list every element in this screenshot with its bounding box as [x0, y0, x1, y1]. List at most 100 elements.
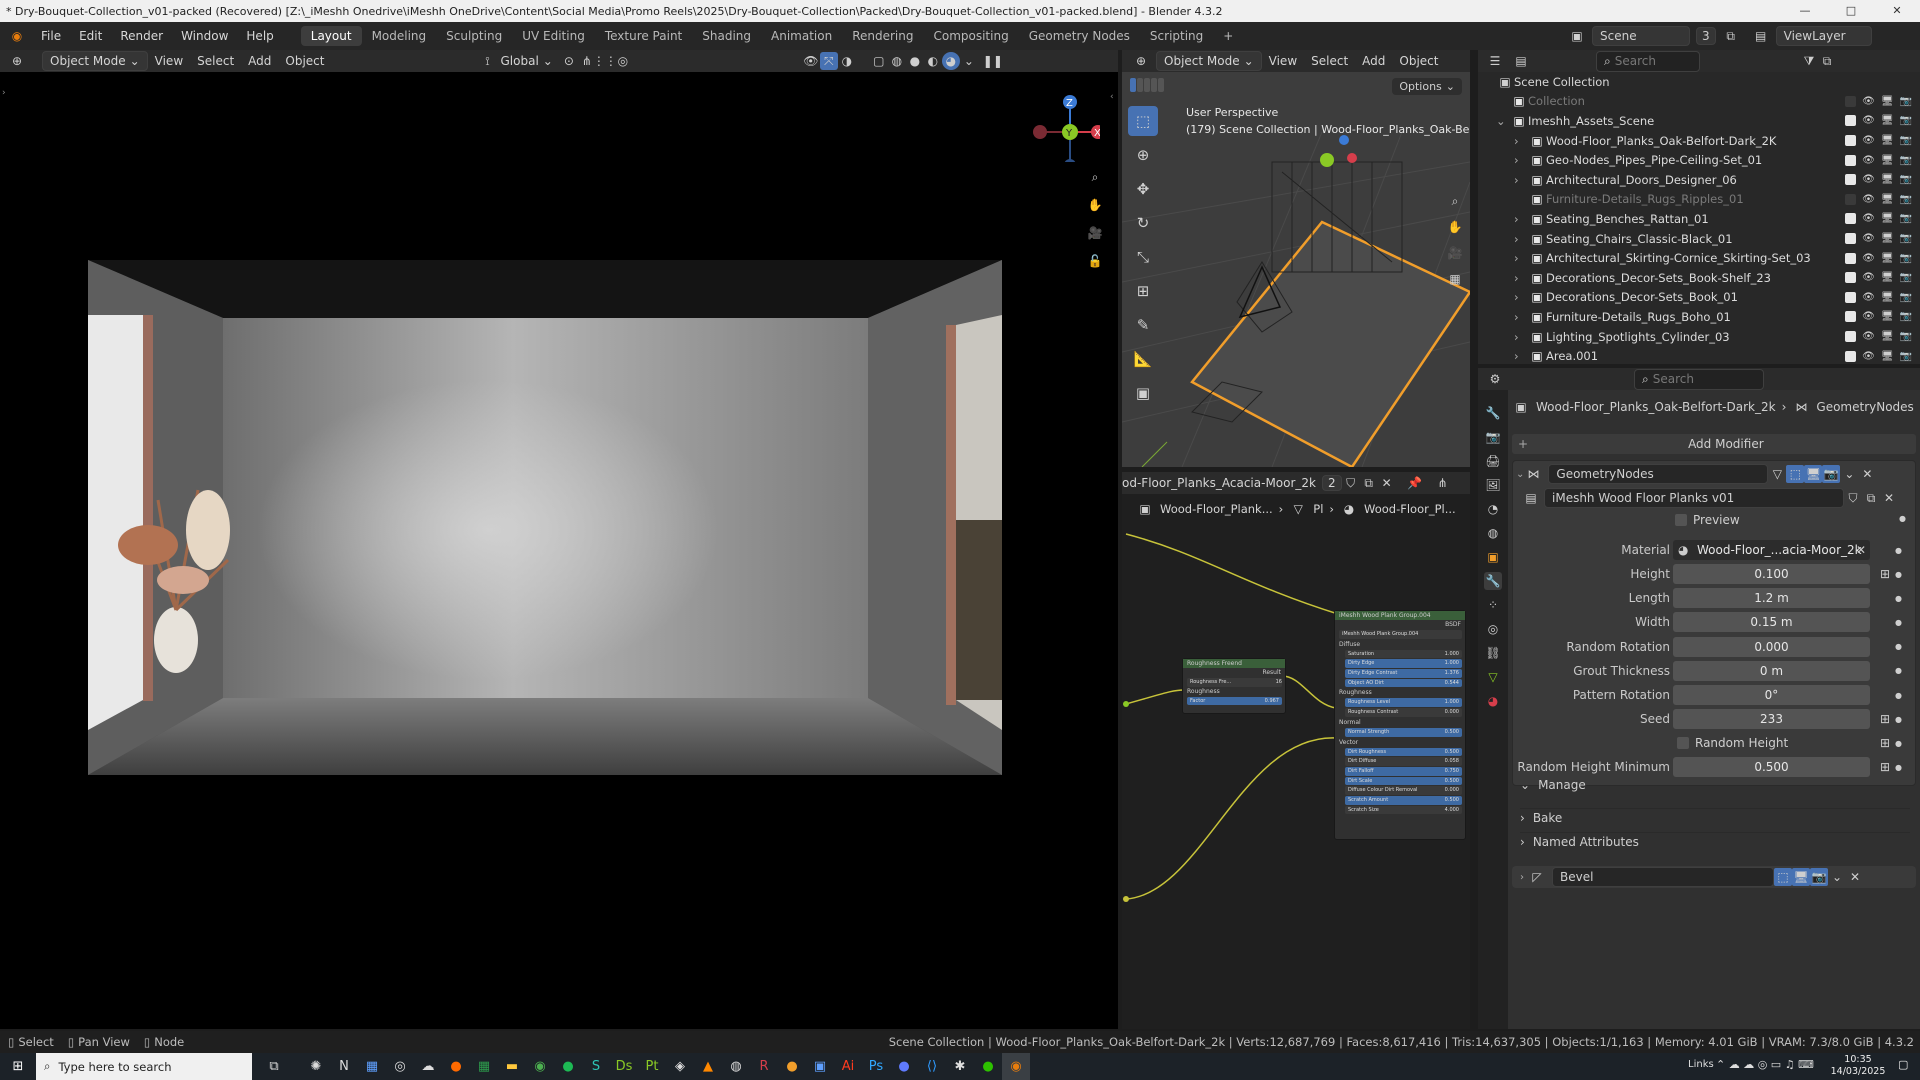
filter-icon[interactable]: ⧩ [1800, 52, 1818, 70]
exclude-checkbox[interactable] [1845, 272, 1857, 284]
disable-render-icon[interactable]: 📷 [1900, 253, 1912, 264]
disable-render-icon[interactable]: 📷 [1900, 233, 1912, 244]
menu-render[interactable]: Render [111, 29, 172, 43]
viewport-toggle-icon[interactable]: 🖥 [1792, 868, 1810, 886]
object-mode-dropdown[interactable]: Object Mode ⌄ [42, 51, 148, 71]
pan-hand-icon[interactable]: ✋ [1086, 196, 1104, 214]
outliner-row[interactable]: › ▣ Furniture-Details_Rugs_Boho_01 👁 🖥 📷 [1478, 307, 1920, 327]
properties-search[interactable]: ⌕ Search [1634, 368, 1764, 390]
spotify-app-icon[interactable]: ● [554, 1053, 582, 1080]
mini-menu-add[interactable]: Add [1355, 52, 1392, 70]
move-tool-icon[interactable]: ✥ [1128, 174, 1158, 204]
exclude-checkbox[interactable] [1845, 252, 1857, 264]
cursor-tool-icon[interactable]: ⊕ [1128, 140, 1158, 170]
menu-view[interactable]: View [148, 52, 190, 70]
hide-eye-icon[interactable]: 👁 [1862, 155, 1875, 166]
disable-render-icon[interactable]: 📷 [1900, 331, 1912, 342]
sidebar-expand-icon[interactable]: ‹ [1110, 92, 1114, 102]
new-scene-icon[interactable]: ⧉ [1722, 27, 1740, 45]
expand-toggle-icon[interactable]: › [1514, 173, 1528, 187]
node-editor-canvas[interactable]: ▣ Wood-Floor_Plank... › ▽ Pl › ◕ Wood-Fl… [1122, 494, 1470, 1029]
exclude-checkbox[interactable] [1845, 233, 1857, 245]
node-socket-field[interactable]: Dirt Falloff 0.750 [1345, 766, 1462, 776]
menu-select[interactable]: Select [190, 52, 241, 70]
outliner-row[interactable]: › ▣ Wood-Floor_Planks_Oak-Belfort-Dark_2K 👁… [1478, 131, 1920, 151]
random-height-minimum-field[interactable]: 0.500 [1673, 757, 1870, 777]
toolbar-expand-icon[interactable]: › [2, 88, 6, 98]
outliner-row[interactable]: › ▣ Decorations_Decor-Sets_Book-Shelf_23 👁 🖥… [1478, 268, 1920, 288]
named-attributes-subpanel[interactable]: › Named Attributes [1520, 832, 1910, 849]
menu-help[interactable]: Help [237, 29, 282, 43]
add-cube-tool-icon[interactable]: ▣ [1128, 378, 1158, 408]
exclude-checkbox[interactable] [1845, 154, 1857, 166]
gizmo-icon[interactable]: ⤧ [819, 52, 838, 70]
node-socket-field[interactable]: Diffuse Colour Dirt Removal 0.000 [1345, 786, 1462, 795]
collapsed-icon[interactable]: › [1520, 872, 1524, 883]
select-box-tool-icon[interactable]: ⬚ [1128, 106, 1158, 136]
world-tab-icon[interactable]: ◍ [1484, 524, 1502, 542]
discord-app-icon[interactable]: ● [890, 1053, 918, 1080]
tab-animation[interactable]: Animation [761, 26, 842, 46]
photos-app-icon[interactable]: ☁ [414, 1053, 442, 1080]
outliner-row[interactable]: › ▣ Geo-Nodes_Pipes_Pipe-Ceiling-Set_01 👁 🖥 📷 [1478, 150, 1920, 170]
resolve-app-icon[interactable]: R [750, 1053, 778, 1080]
viewlayer-selector[interactable]: ViewLayer [1775, 26, 1872, 46]
taskbar-search[interactable]: ⌕ Type here to search [36, 1053, 252, 1080]
wood-plank-group-node[interactable]: iMeshh Wood Plank Group.004 BSDF iMeshh … [1334, 610, 1466, 840]
disable-viewport-icon[interactable]: 🖥 [1881, 155, 1894, 166]
node-tree-icon[interactable]: ▤ [1522, 489, 1540, 507]
mini-grid-icon[interactable]: ▦ [1446, 270, 1464, 288]
expand-toggle-icon[interactable]: › [1514, 153, 1528, 167]
unlink-node-group-icon[interactable]: ✕ [1880, 489, 1898, 507]
scene-collection-row[interactable]: ▣ Scene Collection [1478, 72, 1920, 92]
hide-eye-icon[interactable]: 👁 [1862, 135, 1875, 146]
node-socket-field[interactable]: Roughness Contrast 0.000 [1345, 708, 1462, 717]
display-mode-icon[interactable]: ▤ [1512, 52, 1530, 70]
new-collection-icon[interactable]: ⧉ [1818, 52, 1836, 70]
xray-icon[interactable]: ▢ [870, 52, 888, 70]
menu-window[interactable]: Window [172, 29, 237, 43]
tab-texture-paint[interactable]: Texture Paint [595, 26, 692, 46]
node-socket-field[interactable]: Scratch Amount 0.500 [1345, 795, 1462, 805]
unlink-material-icon[interactable]: ✕ [1378, 474, 1396, 492]
disable-render-icon[interactable]: 📷 [1900, 213, 1912, 224]
painter-app-icon[interactable]: Pt [638, 1053, 666, 1080]
modifier-menu-icon[interactable]: ⌄ [1840, 465, 1858, 483]
outliner-row[interactable]: › ▣ Architectural_Doors_Designer_06 👁 🖥 📷 [1478, 170, 1920, 190]
keyframe-dot-icon[interactable]: ● [1895, 691, 1902, 700]
keyframe-dot-icon[interactable]: ● [1899, 514, 1906, 523]
attribute-toggle-icon[interactable]: ⊞ [1880, 736, 1890, 750]
chrome-app-icon[interactable]: ◉ [526, 1053, 554, 1080]
edit-mode-toggle-icon[interactable]: ▽ [1768, 465, 1786, 483]
rendered-shading-icon[interactable]: ◕ [941, 52, 960, 70]
tab-uv-editing[interactable]: UV Editing [512, 26, 595, 46]
exclude-checkbox[interactable] [1845, 135, 1857, 147]
hide-eye-icon[interactable]: 👁 [1862, 194, 1875, 205]
modifier-name-field[interactable]: GeometryNodes [1548, 464, 1769, 484]
properties-editor-icon[interactable]: ⚙ [1486, 370, 1504, 388]
snap-node-icon[interactable]: ⋔ [1434, 474, 1452, 492]
node-socket-field[interactable]: Saturation 1.000 [1345, 649, 1462, 659]
disable-viewport-icon[interactable]: 🖥 [1881, 135, 1894, 146]
unity-app-icon[interactable]: ◈ [666, 1053, 694, 1080]
lock-camera-icon[interactable]: 🔓 [1086, 252, 1104, 270]
mini-viewport[interactable]: Options ⌄ User Perspective (179) Scene C… [1122, 72, 1470, 467]
hide-eye-icon[interactable]: 👁 [1862, 272, 1875, 283]
remove-modifier-icon[interactable]: ✕ [1846, 868, 1864, 886]
node-socket-field[interactable]: Dirty Edge Contrast 1.376 [1345, 669, 1462, 678]
firefox-app-icon[interactable]: ● [442, 1053, 470, 1080]
menu-add[interactable]: Add [241, 52, 278, 70]
property-value-field[interactable]: 1.2 m [1673, 588, 1870, 609]
mini-zoom-icon[interactable]: ⌕ [1446, 192, 1464, 210]
viewport-toggle-icon[interactable]: 🖥 [1804, 465, 1823, 483]
navigation-gizmo[interactable]: Z X Y [1020, 82, 1100, 162]
disable-viewport-icon[interactable]: 🖥 [1881, 253, 1894, 264]
disable-render-icon[interactable]: 📷 [1900, 115, 1912, 126]
property-value-field[interactable]: 0° [1673, 685, 1870, 705]
whatsapp-app-icon[interactable]: ▣ [806, 1053, 834, 1080]
menu-edit[interactable]: Edit [70, 29, 111, 43]
mini-object-mode-dropdown[interactable]: Object Mode ⌄ [1156, 51, 1262, 71]
pivot-icon[interactable]: ⊙ [560, 52, 578, 70]
zoom-icon[interactable]: ⌕ [1086, 168, 1104, 186]
keyframe-dot-icon[interactable]: ● [1895, 618, 1902, 627]
